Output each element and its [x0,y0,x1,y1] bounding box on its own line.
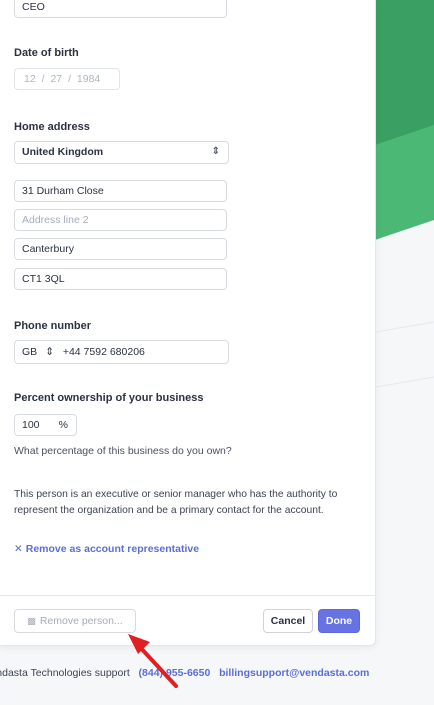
representative-description: This person is an executive or senior ma… [14,489,338,516]
remove-person-button[interactable]: ▩ Remove person... [14,609,136,633]
ownership-label: Percent ownership of your business [14,392,204,404]
country-value: United Kingdom [22,146,104,158]
address-line1-input[interactable]: 31 Durham Close [14,180,227,202]
address-line2-input[interactable]: Address line 2 [14,209,227,231]
address-line1-value: 31 Durham Close [22,185,104,197]
close-x-icon: ✕ [14,543,23,555]
phone-number-value: +44 7592 680206 [62,346,145,358]
footer-divider [0,595,375,596]
ownership-input[interactable]: 100 % [14,414,77,436]
done-button[interactable]: Done [318,609,360,633]
dob-sep-1: / [41,73,45,85]
support-phone-link[interactable]: (844) 955-6650 [139,667,211,679]
job-title-value: CEO [22,1,45,13]
dob-day: 27 [50,73,63,85]
country-select[interactable]: United Kingdom ⇕ [14,141,229,164]
phone-input[interactable]: GB ⇕ +44 7592 680206 [14,340,229,364]
percent-unit: % [58,419,68,431]
city-value: Canterbury [22,243,74,255]
support-text: Vendasta Technologies support [0,667,130,679]
remove-person-label: Remove person... [39,615,123,627]
phone-label: Phone number [14,320,92,332]
ownership-value: 100 [22,419,40,431]
dob-label: Date of birth [14,47,79,59]
dob-input[interactable]: 12 / 27 / 1984 [14,68,120,90]
cancel-button[interactable]: Cancel [263,609,313,633]
chevron-updown-icon: ⇕ [211,146,220,157]
home-address-label: Home address [14,121,90,133]
dob-sep-2: / [68,73,71,85]
phone-country[interactable]: GB [22,346,37,358]
chevron-updown-icon[interactable]: ⇕ [45,346,54,358]
support-footer: Vendasta Technologies support (844) 955-… [0,667,369,679]
remove-representative-label: Remove as account representative [25,543,200,555]
trash-icon: ▩ [27,616,36,626]
dob-month: 12 [24,73,36,85]
postcode-input[interactable]: CT1 3QL [14,268,227,290]
address-line2-placeholder: Address line 2 [22,214,89,226]
job-title-input[interactable]: CEO [14,0,227,18]
postcode-value: CT1 3QL [22,273,65,285]
city-input[interactable]: Canterbury [14,238,227,260]
support-email-link[interactable]: billingsupport@vendasta.com [219,667,369,679]
dob-year: 1984 [76,73,101,85]
person-form-card: CEO Date of birth 12 / 27 / 1984 Home ad… [0,0,376,646]
remove-representative-link[interactable]: ✕ Remove as account representative [14,543,199,555]
ownership-help-text: What percentage of this business do you … [14,445,232,457]
